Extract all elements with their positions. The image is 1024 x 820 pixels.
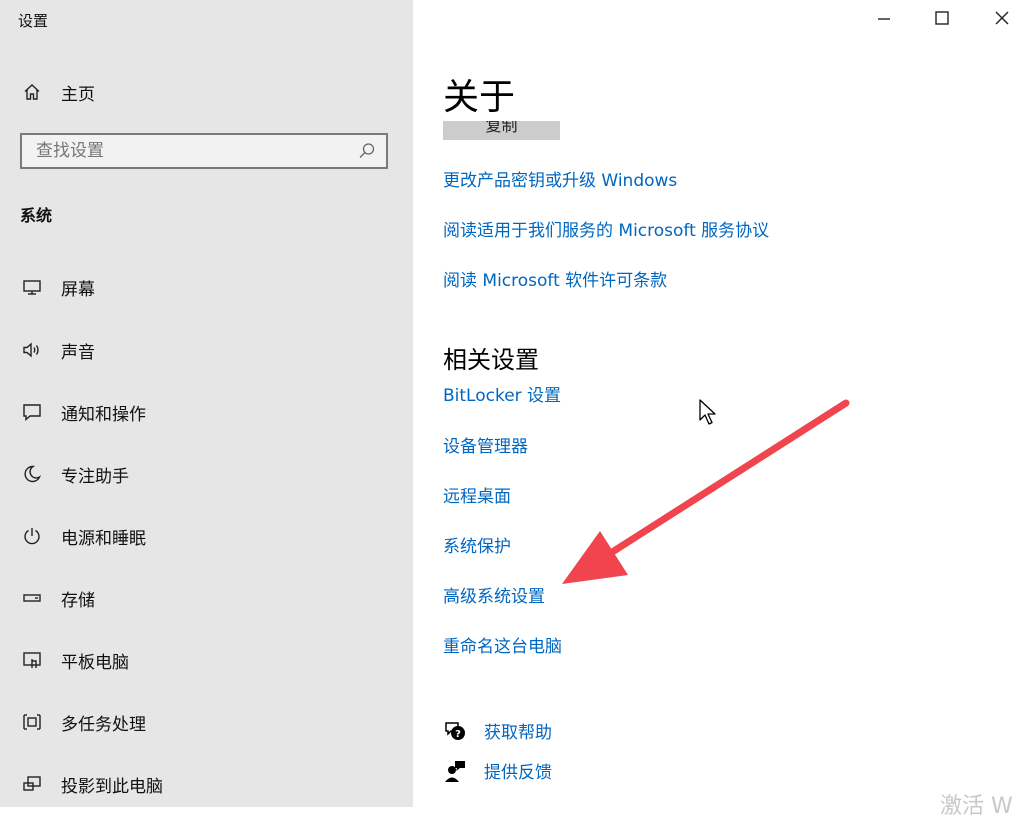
notification-icon [20,400,44,424]
activation-watermark: 激活 W [940,794,1013,819]
link-change-product-key[interactable]: 更改产品密钥或升级 Windows [443,166,677,191]
get-help-label: 获取帮助 [484,723,552,743]
give-feedback-link[interactable]: 提供反馈 [443,758,552,783]
sidebar-item-power-sleep[interactable]: 电源和睡眠 [20,521,146,551]
app-title: 设置 [18,12,49,30]
sidebar-item-label: 电源和睡眠 [61,528,146,549]
link-system-protection[interactable]: 系统保护 [443,532,511,557]
sidebar-item-multitasking[interactable]: 多任务处理 [20,707,146,737]
sidebar-item-sound[interactable]: 声音 [20,335,95,365]
moon-icon [20,462,44,486]
feedback-icon [445,760,465,782]
sidebar-item-tablet[interactable]: 平板电脑 [20,645,129,675]
search-box[interactable] [20,133,388,169]
sidebar-item-label: 多任务处理 [61,714,146,735]
sidebar-item-display[interactable]: 屏幕 [20,272,95,302]
sidebar-item-focus-assist[interactable]: 专注助手 [20,459,129,489]
link-license-terms[interactable]: 阅读 Microsoft 软件许可条款 [443,266,667,291]
link-advanced-system-settings[interactable]: 高级系统设置 [443,582,545,607]
sidebar-item-label: 存储 [61,590,95,611]
link-device-manager[interactable]: 设备管理器 [443,432,528,457]
related-settings-title: 相关设置 [443,346,539,374]
help-chat-icon: ? [445,721,465,740]
sidebar-item-project[interactable]: 投影到此电脑 [20,769,163,799]
give-feedback-label: 提供反馈 [484,763,552,783]
copy-button[interactable]: 复制 [443,121,560,140]
sidebar: 设置 主页 系统 屏幕 声音 通知和操作 专注助手 [0,0,413,807]
sidebar-item-label: 屏幕 [61,279,95,300]
section-label: 系统 [20,206,53,225]
mouse-cursor-icon [699,399,716,425]
tablet-icon [20,648,44,672]
multitask-icon [20,710,44,734]
search-input[interactable] [22,140,352,162]
maximize-icon [935,11,949,25]
sidebar-item-label: 主页 [61,84,95,105]
sidebar-item-notifications[interactable]: 通知和操作 [20,397,146,427]
display-icon [20,275,44,299]
sidebar-item-label: 专注助手 [61,466,129,487]
sidebar-item-home[interactable]: 主页 [20,77,95,107]
minimize-icon [878,18,890,20]
sidebar-item-storage[interactable]: 存储 [20,583,95,613]
close-icon [995,11,1009,25]
link-remote-desktop[interactable]: 远程桌面 [443,482,511,507]
home-icon [20,80,44,104]
close-button[interactable] [988,4,1016,32]
search-icon[interactable] [352,136,382,166]
sidebar-item-label: 投影到此电脑 [61,776,163,797]
link-bitlocker[interactable]: BitLocker 设置 [443,381,561,406]
power-icon [20,524,44,548]
storage-icon [20,586,44,610]
svg-text:?: ? [455,729,461,740]
speaker-icon [20,338,44,362]
sidebar-item-label: 声音 [61,342,95,363]
page-title: 关于 [443,77,516,118]
get-help-link[interactable]: ? 获取帮助 [443,718,552,743]
maximize-button[interactable] [928,4,956,32]
project-icon [20,772,44,796]
link-rename-pc[interactable]: 重命名这台电脑 [443,632,562,657]
link-services-agreement[interactable]: 阅读适用于我们服务的 Microsoft 服务协议 [443,216,769,241]
sidebar-item-label: 通知和操作 [61,404,146,425]
minimize-button[interactable] [870,4,898,32]
copy-button-label: 复制 [485,121,518,135]
sidebar-item-label: 平板电脑 [61,652,129,673]
